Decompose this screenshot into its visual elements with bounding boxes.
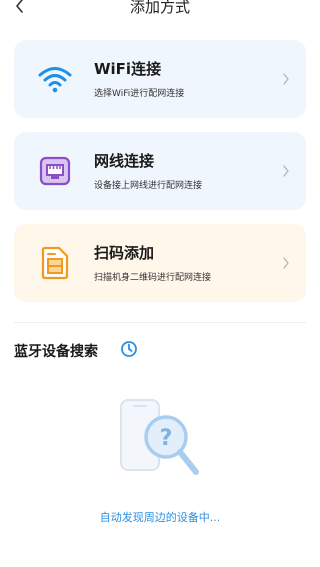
add-method-page: 添加方式 WiFi连接 选择WiFi进行配网连接 网线连接 设备接上网线进行配网… xyxy=(0,0,320,567)
page-title: 添加方式 xyxy=(129,0,190,16)
bluetooth-search-title: 蓝牙设备搜索 xyxy=(14,344,98,360)
bluetooth-search-status: 自动发现周边的设备中... xyxy=(99,511,221,524)
svg-text:?: ? xyxy=(160,426,173,451)
divider xyxy=(14,322,306,323)
chevron-right-icon xyxy=(280,255,292,271)
ethernet-connect-description: 设备接上网线进行配网连接 xyxy=(94,181,203,191)
wifi-connect-option[interactable]: WiFi连接 选择WiFi进行配网连接 xyxy=(14,40,306,118)
qr-scan-option[interactable]: 扫码添加 扫描机身二维码进行配网连接 xyxy=(14,224,306,302)
wifi-icon xyxy=(38,63,72,95)
qr-scan-icon xyxy=(38,246,72,280)
wifi-connect-description: 选择WiFi进行配网连接 xyxy=(94,89,185,99)
ethernet-connect-label: 网线连接 xyxy=(94,152,155,170)
wifi-connect-label: WiFi连接 xyxy=(94,60,162,78)
qr-scan-label: 扫码添加 xyxy=(94,244,155,262)
ethernet-connect-option[interactable]: 网线连接 设备接上网线进行配网连接 xyxy=(14,132,306,210)
header: 添加方式 xyxy=(0,0,320,18)
chevron-right-icon xyxy=(280,71,292,87)
ethernet-icon xyxy=(38,155,72,187)
qr-scan-description: 扫描机身二维码进行配网连接 xyxy=(94,273,212,283)
phone-search-icon: ? xyxy=(118,397,204,479)
chevron-right-icon xyxy=(280,163,292,179)
loading-icon xyxy=(120,340,138,358)
